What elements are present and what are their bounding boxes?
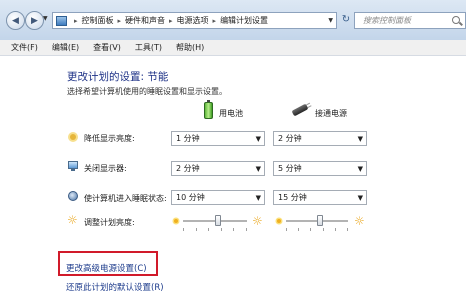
turn-off-display-label: 关闭显示器:	[84, 164, 127, 173]
window-titlebar: ◀ ▶ ▼ ▸ 控制面板 ▸ 硬件和声音 ▸ 电源选项 ▸ 编辑计划设置 ▼ ↻…	[0, 0, 466, 40]
menu-view[interactable]: 查看(V)	[93, 42, 121, 53]
power-plug-icon	[291, 103, 309, 117]
plugged-brightness-slider[interactable]	[317, 215, 324, 226]
breadcrumb-edit-plan[interactable]: 编辑计划设置	[220, 15, 268, 26]
sleep-battery-value: 10 分钟	[176, 193, 205, 202]
chevron-down-icon: ▼	[255, 165, 261, 173]
battery-brightness-ticks	[183, 228, 247, 231]
brightness-high-icon: ☼	[354, 214, 365, 228]
sleep-battery-select[interactable]: 10 分钟 ▼	[171, 190, 265, 205]
refresh-icon[interactable]: ↻	[340, 14, 352, 26]
chevron-down-icon: ▼	[357, 165, 363, 173]
turn-off-display-plugged-select[interactable]: 5 分钟 ▼	[273, 161, 367, 176]
dim-display-label: 降低显示亮度:	[84, 134, 135, 143]
turn-off-display-battery-select[interactable]: 2 分钟 ▼	[171, 161, 265, 176]
menu-tools[interactable]: 工具(T)	[135, 42, 162, 53]
battery-icon	[204, 100, 213, 119]
forward-button[interactable]: ▶	[25, 11, 44, 30]
turn-off-display-plugged-value: 5 分钟	[278, 164, 302, 173]
dim-display-battery-select[interactable]: 1 分钟 ▼	[171, 131, 265, 146]
dim-display-plugged-select[interactable]: 2 分钟 ▼	[273, 131, 367, 146]
chevron-right-icon[interactable]: ▸	[74, 17, 78, 25]
chevron-down-icon: ▼	[255, 135, 261, 143]
plugged-in-column-header: 接通电源	[315, 109, 347, 118]
battery-brightness-slider[interactable]	[215, 215, 222, 226]
address-dropdown-icon[interactable]: ▼	[328, 17, 333, 24]
chevron-down-icon: ▼	[357, 135, 363, 143]
recent-pages-dropdown-icon[interactable]: ▼	[43, 15, 48, 22]
brightness-low-icon	[277, 219, 281, 223]
sleep-moon-icon	[67, 190, 79, 202]
address-bar[interactable]: ▸ 控制面板 ▸ 硬件和声音 ▸ 电源选项 ▸ 编辑计划设置 ▼	[52, 12, 337, 29]
dim-display-battery-value: 1 分钟	[176, 134, 200, 143]
dim-display-plugged-value: 2 分钟	[278, 134, 302, 143]
search-icon[interactable]	[452, 16, 460, 24]
control-panel-icon	[56, 15, 67, 26]
brightness-label: 调整计划亮度:	[84, 218, 135, 227]
chevron-right-icon[interactable]: ▸	[118, 17, 122, 25]
back-button[interactable]: ◀	[6, 11, 25, 30]
advanced-settings-link[interactable]: 更改高级电源设置(C)	[66, 262, 147, 274]
restore-defaults-link[interactable]: 还原此计划的默认设置(R)	[66, 281, 164, 293]
brightness-low-icon	[174, 219, 178, 223]
sleep-plugged-select[interactable]: 15 分钟 ▼	[273, 190, 367, 205]
search-input[interactable]: 搜索控制面板	[354, 12, 466, 29]
dim-display-icon	[67, 131, 79, 143]
back-arrow-icon: ◀	[12, 15, 19, 26]
plugged-brightness-ticks	[286, 228, 348, 231]
sleep-plugged-value: 15 分钟	[278, 193, 307, 202]
brightness-icon: ☼	[67, 213, 78, 227]
chevron-right-icon[interactable]: ▸	[169, 17, 173, 25]
page-title: 更改计划的设置: 节能	[67, 71, 169, 83]
chevron-down-icon: ▼	[255, 194, 261, 202]
chevron-down-icon: ▼	[357, 194, 363, 202]
brightness-high-icon: ☼	[252, 214, 263, 228]
forward-arrow-icon: ▶	[31, 15, 38, 26]
menu-file[interactable]: 文件(F)	[11, 42, 38, 53]
breadcrumb-power-options[interactable]: 电源选项	[177, 15, 209, 26]
breadcrumb-hardware-sound[interactable]: 硬件和声音	[125, 15, 165, 26]
sleep-label: 使计算机进入睡眠状态:	[84, 194, 167, 203]
chevron-right-icon[interactable]: ▸	[213, 17, 217, 25]
battery-column-header: 用电池	[219, 109, 243, 118]
monitor-icon	[67, 160, 79, 172]
menu-bar: 文件(F) 编辑(E) 查看(V) 工具(T) 帮助(H)	[0, 40, 466, 56]
breadcrumb-control-panel[interactable]: 控制面板	[82, 15, 114, 26]
menu-edit[interactable]: 编辑(E)	[52, 42, 79, 53]
turn-off-display-battery-value: 2 分钟	[176, 164, 200, 173]
page-description: 选择希望计算机使用的睡眠设置和显示设置。	[67, 87, 227, 96]
search-placeholder: 搜索控制面板	[363, 16, 411, 25]
menu-help[interactable]: 帮助(H)	[176, 42, 204, 53]
